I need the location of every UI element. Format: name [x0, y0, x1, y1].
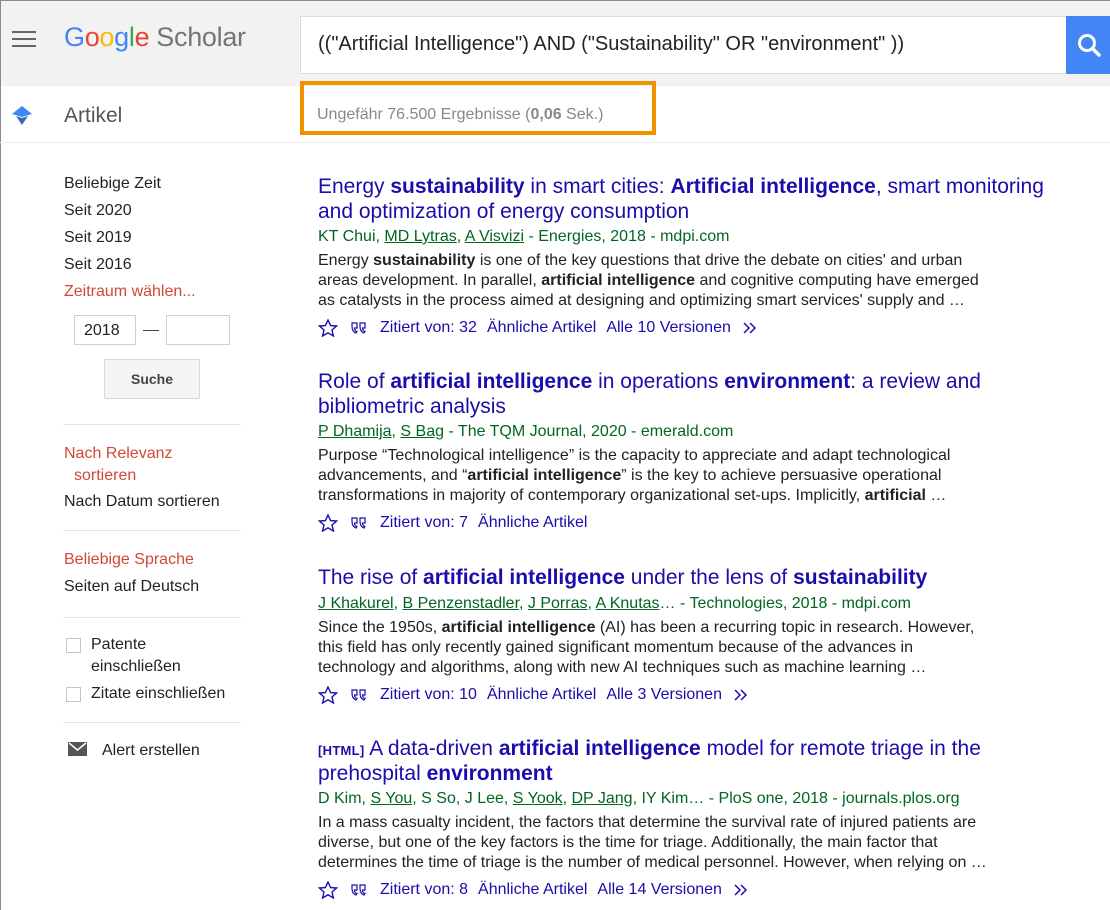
- result-4-actions: Zitiert von: 8 Ähnliche Artikel Alle 14 Ve…: [318, 881, 750, 899]
- result-4-snippet: In a mass casualty incident, the factors…: [318, 814, 987, 871]
- result-4-authors: D Kim, S You, S So, J Lee, S Yook, DP Ja…: [318, 790, 960, 807]
- year-to-input[interactable]: [166, 315, 230, 345]
- related-articles-link[interactable]: Ähnliche Artikel: [478, 881, 587, 898]
- author-link[interactable]: S You: [370, 790, 412, 807]
- result-4-title[interactable]: [HTML] A data-driven artificial intellig…: [318, 736, 981, 763]
- year-search-button[interactable]: Suche: [104, 359, 200, 399]
- author-link[interactable]: MD Lytras: [384, 228, 456, 245]
- result-1-title[interactable]: Energy sustainability in smart cities: A…: [318, 174, 1044, 199]
- result-3-actions: Zitiert von: 10 Ähnliche Artikel Alle 3 Ve…: [318, 686, 750, 704]
- author-link[interactable]: A Knutas: [596, 595, 660, 612]
- author-link[interactable]: J Porras: [528, 595, 588, 612]
- cited-by-link[interactable]: Zitiert von: 32: [380, 319, 477, 336]
- star-icon[interactable]: [318, 319, 338, 337]
- result-2-actions: Zitiert von: 7 Ähnliche Artikel: [318, 514, 597, 532]
- year-range-dash: [143, 330, 159, 331]
- sidebar-divider: [63, 722, 241, 723]
- filter-custom-range[interactable]: Zeitraum wählen...: [64, 283, 196, 301]
- result-2-title-line2[interactable]: bibliometric analysis: [318, 394, 506, 419]
- year-from-input[interactable]: 2018: [74, 315, 136, 345]
- result-2-authors: P Dhamija, S Bag - The TQM Journal, 2020…: [318, 423, 734, 440]
- related-articles-link[interactable]: Ähnliche Artikel: [487, 319, 596, 336]
- sort-relevance-line2[interactable]: sortieren: [74, 467, 136, 485]
- patents-label-line2: einschließen: [91, 658, 181, 675]
- more-chevron-icon[interactable]: [741, 320, 759, 336]
- related-articles-link[interactable]: Ähnliche Artikel: [487, 686, 596, 703]
- result-1-title-line2[interactable]: and optimization of energy consumption: [318, 199, 689, 224]
- result-1-snippet: Energy sustainability is one of the key …: [318, 252, 979, 309]
- author-link[interactable]: S Bag: [400, 423, 444, 440]
- subheader-divider: [0, 142, 1110, 143]
- search-icon: [1078, 34, 1101, 57]
- sort-by-date[interactable]: Nach Datum sortieren: [64, 493, 220, 511]
- lang-any[interactable]: Beliebige Sprache: [64, 551, 194, 569]
- author-link[interactable]: J Khakurel: [318, 595, 394, 612]
- more-chevron-icon[interactable]: [732, 882, 750, 898]
- author-link[interactable]: S Yook: [513, 790, 563, 807]
- filter-since-2020[interactable]: Seit 2020: [64, 202, 132, 220]
- sidebar-divider: [63, 617, 241, 618]
- result-2-snippet: Purpose “Technological intelligence” is …: [318, 447, 951, 504]
- more-chevron-icon[interactable]: [732, 687, 750, 703]
- scholar-cap-icon: [12, 106, 32, 125]
- lang-german[interactable]: Seiten auf Deutsch: [64, 578, 199, 596]
- filter-since-2016[interactable]: Seit 2016: [64, 256, 132, 274]
- section-label-artikel[interactable]: Artikel: [64, 104, 122, 128]
- google-scholar-logo[interactable]: Google Scholar: [64, 22, 246, 53]
- citations-label: Zitate einschließen: [91, 685, 226, 702]
- result-count-highlight-box: [300, 81, 656, 135]
- search-input[interactable]: (("Artificial Intelligence") AND ("Susta…: [300, 16, 1068, 74]
- patents-checkbox[interactable]: [66, 638, 81, 653]
- result-3-title[interactable]: The rise of artificial intelligence unde…: [318, 565, 927, 590]
- filter-any-time[interactable]: Beliebige Zeit: [64, 175, 161, 193]
- cite-quote-icon[interactable]: [350, 882, 368, 898]
- author-link[interactable]: A Visvizi: [465, 228, 524, 245]
- result-4-title-line2[interactable]: prehospital environment: [318, 761, 553, 786]
- sort-relevance-line1[interactable]: Nach Relevanz: [64, 445, 173, 463]
- star-icon[interactable]: [318, 686, 338, 704]
- search-button[interactable]: [1066, 16, 1110, 74]
- result-1-actions: Zitiert von: 32 Ähnliche Artikel Alle 10 V…: [318, 319, 759, 337]
- author-link[interactable]: B Penzenstadler: [402, 595, 519, 612]
- all-versions-link[interactable]: Alle 10 Versionen: [606, 319, 731, 336]
- all-versions-link[interactable]: Alle 3 Versionen: [606, 686, 722, 703]
- menu-icon[interactable]: [12, 31, 38, 51]
- patents-label-line1: Patente: [91, 636, 147, 653]
- result-3-authors: J Khakurel, B Penzenstadler, J Porras, A…: [318, 595, 911, 612]
- cited-by-link[interactable]: Zitiert von: 10: [380, 686, 477, 703]
- window-border-left: [0, 0, 1, 910]
- result-3-snippet: Since the 1950s, artificial intelligence…: [318, 619, 975, 676]
- cited-by-link[interactable]: Zitiert von: 7: [380, 514, 468, 531]
- cited-by-link[interactable]: Zitiert von: 8: [380, 881, 468, 898]
- cite-quote-icon[interactable]: [350, 515, 368, 531]
- star-icon[interactable]: [318, 514, 338, 532]
- sidebar-divider: [63, 424, 241, 425]
- mail-icon: [68, 742, 87, 756]
- citations-checkbox[interactable]: [66, 687, 81, 702]
- window-border-top: [0, 0, 1110, 1]
- create-alert-link[interactable]: Alert erstellen: [102, 742, 200, 760]
- html-format-tag[interactable]: [HTML]: [318, 743, 365, 758]
- cite-quote-icon[interactable]: [350, 687, 368, 703]
- sidebar-divider: [63, 530, 241, 531]
- cite-quote-icon[interactable]: [350, 320, 368, 336]
- header-bar: Google Scholar (("Artificial Intelligence…: [0, 0, 1110, 86]
- author-link[interactable]: P Dhamija: [318, 423, 392, 440]
- result-1-authors: KT Chui, MD Lytras, A Visvizi - Energies…: [318, 228, 730, 245]
- star-icon[interactable]: [318, 881, 338, 899]
- related-articles-link[interactable]: Ähnliche Artikel: [478, 514, 587, 531]
- author-link[interactable]: DP Jang: [572, 790, 633, 807]
- result-2-title[interactable]: Role of artificial intelligence in opera…: [318, 369, 981, 394]
- all-versions-link[interactable]: Alle 14 Versionen: [597, 881, 722, 898]
- filter-since-2019[interactable]: Seit 2019: [64, 229, 132, 247]
